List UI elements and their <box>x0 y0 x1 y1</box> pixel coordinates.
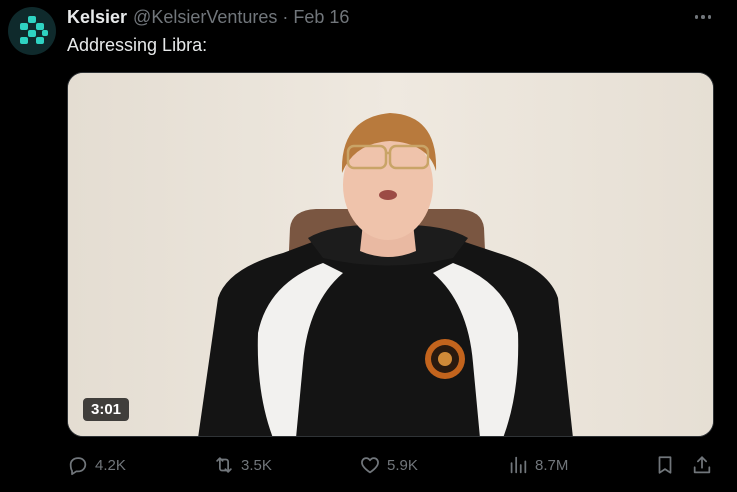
bookmark-icon <box>658 456 672 474</box>
views-button[interactable]: 8.7M <box>507 452 568 478</box>
tweet-date[interactable]: Feb 16 <box>293 7 349 28</box>
video-duration: 3:01 <box>83 398 130 421</box>
views-bar-chart-icon <box>510 456 527 474</box>
more-dots-icon[interactable] <box>688 6 718 28</box>
separator-dot: · <box>282 6 289 27</box>
reply-icon <box>69 457 87 476</box>
tweet-text: Addressing Libra: <box>67 35 208 55</box>
video-thumbnail <box>68 73 713 436</box>
repost-count: 3.5K <box>241 456 272 474</box>
repost-icon <box>216 457 232 473</box>
tweet[interactable]: Kelsier @KelsierVentures · Feb 16 Addres… <box>0 0 737 492</box>
tweet-header: Kelsier @KelsierVentures · Feb 16 <box>67 6 349 28</box>
heart-icon <box>361 457 379 474</box>
bookmark-button[interactable] <box>654 452 676 478</box>
view-count: 8.7M <box>535 456 569 474</box>
avatar[interactable] <box>8 7 56 55</box>
share-button[interactable] <box>691 452 713 478</box>
author-handle[interactable]: @KelsierVentures <box>133 7 277 28</box>
like-button[interactable]: 5.9K <box>359 452 418 478</box>
share-icon <box>693 456 711 474</box>
reply-button[interactable]: 4.2K <box>67 452 126 478</box>
like-count: 5.9K <box>387 456 418 474</box>
action-bar: 4.2K 3.5K 5.9K 8.7M <box>67 452 717 478</box>
video-player[interactable]: 3:01 <box>67 72 714 437</box>
reply-count: 4.2K <box>95 456 126 474</box>
author-name[interactable]: Kelsier <box>67 7 127 28</box>
repost-button[interactable]: 3.5K <box>213 452 272 478</box>
kelsier-logo-icon <box>20 16 48 44</box>
